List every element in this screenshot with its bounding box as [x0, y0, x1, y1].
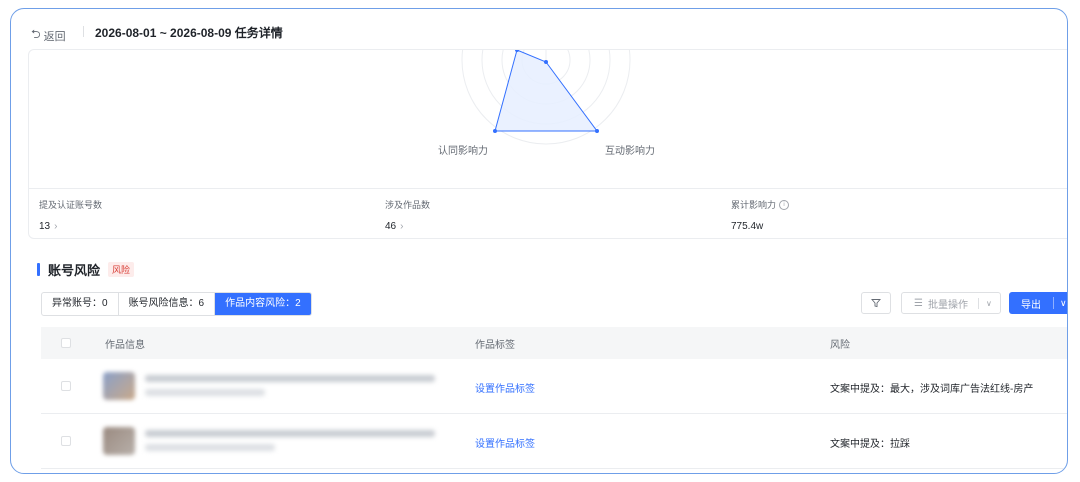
page-title: 2026-08-01 ~ 2026-08-09 任务详情	[95, 26, 283, 40]
chevron-right-icon: ›	[54, 221, 58, 232]
radar-label-left: 认同影响力	[438, 146, 488, 157]
filter-icon	[871, 299, 881, 308]
info-icon[interactable]: i	[779, 199, 790, 210]
work-meta-blurred	[145, 389, 265, 396]
risk-badge: 风险	[108, 262, 135, 277]
work-thumbnail[interactable]	[103, 427, 135, 455]
radar-point	[493, 129, 497, 133]
risk-text: 文案中提及：最大，涉及词库广告法红线-房产	[830, 384, 1034, 395]
filter-button[interactable]	[861, 292, 891, 314]
column-header-risk: 风险	[830, 340, 850, 351]
tab-account-risk-info[interactable]: 账号风险信息：6	[119, 293, 216, 315]
section-header: 账号风险 风险	[37, 260, 135, 279]
column-header-work-info: 作品信息	[105, 340, 145, 351]
batch-operation-select[interactable]: ☰ 批量操作 ∨	[901, 292, 1001, 314]
work-meta-blurred	[145, 444, 275, 451]
stats-divider	[29, 188, 1067, 189]
chevron-right-icon: ›	[400, 221, 404, 232]
export-label: 导出	[1021, 299, 1041, 311]
chevron-down-icon[interactable]: ∨	[1054, 298, 1067, 309]
stat-value-link[interactable]: 13 ›	[39, 221, 102, 232]
tab-abnormal-accounts[interactable]: 异常账号：0	[42, 293, 119, 315]
table-row: 设置作品标签 文案中提及：拉踩	[41, 414, 1067, 469]
radar-chart	[461, 50, 631, 145]
stat-total-influence: 累计影响力 i 775.4w	[731, 198, 790, 232]
section-accent	[37, 263, 40, 276]
work-title-blurred	[145, 430, 435, 437]
stat-value-link[interactable]: 46 ›	[385, 221, 430, 232]
batch-operation-label: 批量操作	[927, 299, 968, 311]
set-work-tag-link[interactable]: 设置作品标签	[475, 435, 535, 450]
stat-works: 涉及作品数 46 ›	[385, 198, 430, 232]
radar-point	[595, 129, 599, 133]
row-checkbox[interactable]	[61, 436, 71, 446]
work-title-blurred	[145, 375, 435, 382]
stat-value: 13	[39, 221, 51, 232]
section-title: 账号风险	[48, 263, 101, 278]
stat-value: 46	[385, 221, 397, 232]
select-all-checkbox[interactable]	[61, 338, 71, 348]
back-label: 返回	[43, 30, 66, 43]
list-icon: ☰	[914, 297, 923, 309]
set-work-tag-link[interactable]: 设置作品标签	[475, 380, 535, 395]
back-button[interactable]: ⮌ 返回	[31, 25, 66, 46]
tab-content-risk[interactable]: 作品内容风险：2	[215, 293, 311, 315]
stat-label: 涉及作品数	[385, 200, 431, 210]
work-thumbnail[interactable]	[103, 372, 135, 400]
radar-label-right: 互动影响力	[605, 146, 655, 157]
column-header-work-tag: 作品标签	[475, 340, 515, 351]
top-bar: ⮌ 返回 2026-08-01 ~ 2026-08-09 任务详情	[11, 9, 1067, 49]
radar-point	[544, 60, 548, 64]
stat-label: 提及认证账号数	[39, 200, 103, 210]
row-checkbox[interactable]	[61, 381, 71, 391]
table-header: 作品信息 作品标签 风险	[41, 327, 1067, 359]
export-button[interactable]: 导出 ∨	[1009, 292, 1067, 314]
risk-tabs: 异常账号：0 账号风险信息：6 作品内容风险：2	[41, 292, 312, 316]
back-arrow-icon: ⮌	[31, 27, 41, 41]
table-row: 设置作品标签 文案中提及：最大，涉及词库广告法红线-房产	[41, 359, 1067, 414]
stat-certified-accounts: 提及认证账号数 13 ›	[39, 198, 102, 232]
stat-label: 累计影响力	[731, 200, 777, 210]
overview-card: 认同影响力 互动影响力 提及认证账号数 13 › 涉及作品数 46 › 累计影响…	[28, 49, 1067, 239]
risk-text: 文案中提及：拉踩	[830, 439, 910, 450]
stat-value: 775.4w	[731, 221, 764, 232]
divider	[83, 26, 84, 37]
page-frame: ⮌ 返回 2026-08-01 ~ 2026-08-09 任务详情 认同影响力 …	[10, 8, 1068, 474]
chevron-down-icon: ∨	[985, 298, 992, 308]
